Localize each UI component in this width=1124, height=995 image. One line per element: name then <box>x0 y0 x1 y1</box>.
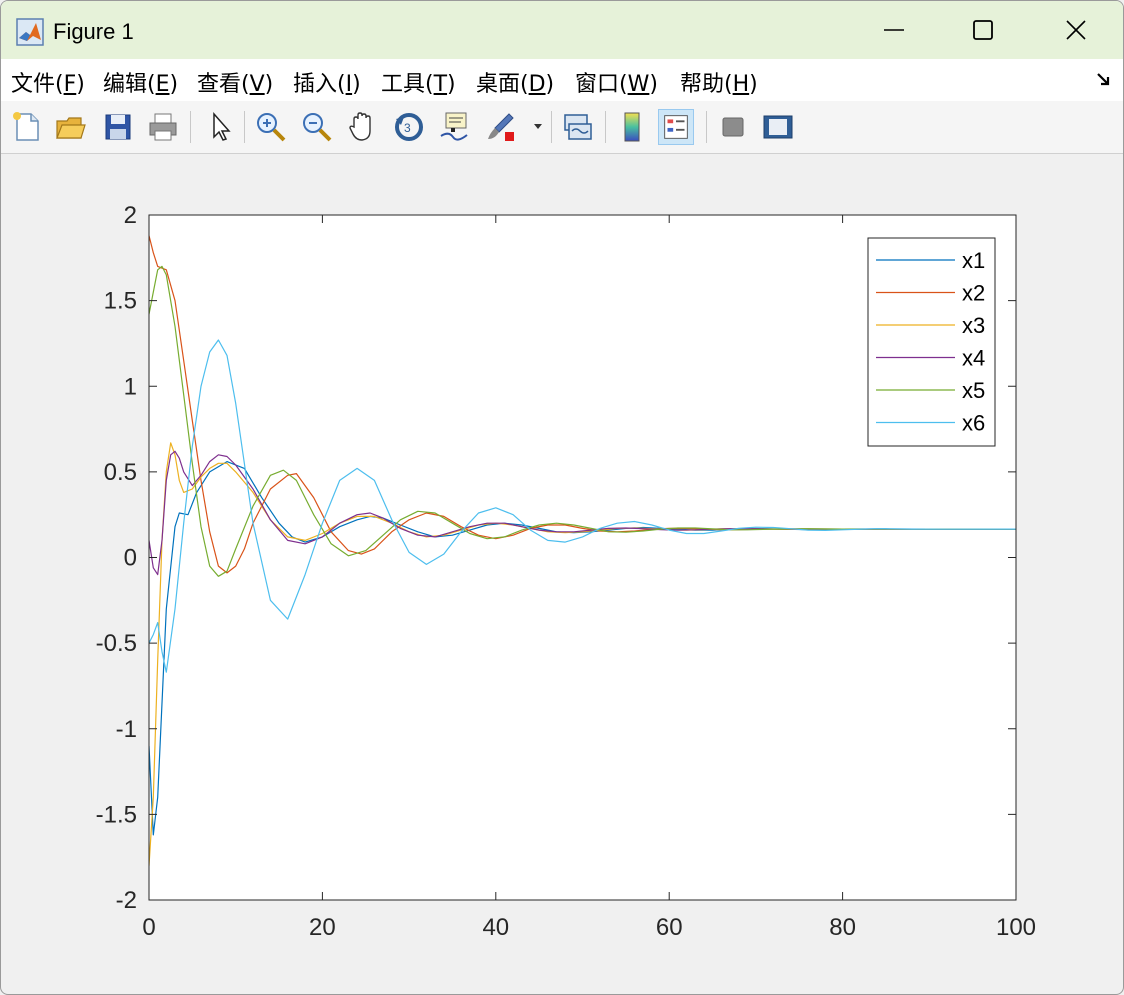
print-icon[interactable] <box>145 109 181 145</box>
show-plot-tools-icon[interactable] <box>760 109 796 145</box>
menu-file[interactable]: 文件(F) <box>11 66 85 98</box>
menu-view[interactable]: 查看(V) <box>197 66 273 98</box>
x-tick-label: 20 <box>309 914 336 941</box>
rotate-3d-icon[interactable]: 3 <box>391 109 427 145</box>
menu-bar: 文件(F) 编辑(E) 查看(V) 插入(I) 工具(T) 桌面(D) 窗口(W… <box>1 59 1123 101</box>
maximize-icon <box>973 20 993 40</box>
line-chart[interactable]: 0 20 40 60 80 100 -2 -1.5 -1 -0.5 0 0.5 1 1.5 2 x1 x2 x3 x… <box>1 153 1123 994</box>
matlab-logo-icon <box>16 18 44 46</box>
x-tick-label: 80 <box>829 914 856 941</box>
x-tick-label: 0 <box>142 914 155 941</box>
y-tick-label: -1.5 <box>96 801 137 828</box>
chevron-down-icon[interactable] <box>533 123 543 131</box>
legend-icon[interactable] <box>658 109 694 145</box>
brush-icon[interactable] <box>483 109 519 145</box>
legend-label-x3: x3 <box>962 313 985 338</box>
y-tick-label: 1 <box>124 373 137 400</box>
y-tick-label: 1.5 <box>104 288 137 315</box>
zoom-out-icon[interactable] <box>299 109 335 145</box>
close-button[interactable] <box>1029 1 1123 59</box>
save-icon[interactable] <box>100 109 136 145</box>
x-tick-label: 40 <box>482 914 509 941</box>
new-figure-icon[interactable] <box>9 109 45 145</box>
y-tick-label: -2 <box>116 887 137 914</box>
menu-insert[interactable]: 插入(I) <box>293 66 361 98</box>
x-tick-label: 100 <box>996 914 1036 941</box>
minimize-button[interactable] <box>847 1 941 59</box>
toolbar: 3 <box>1 101 1123 154</box>
zoom-in-icon[interactable] <box>253 109 289 145</box>
colorbar-icon[interactable] <box>614 109 650 145</box>
x-tick-label: 60 <box>656 914 683 941</box>
figure-canvas: 0 20 40 60 80 100 -2 -1.5 -1 -0.5 0 0.5 1 1.5 2 x1 x2 x3 x… <box>1 153 1123 994</box>
minimize-icon <box>884 29 904 31</box>
close-icon <box>1066 20 1086 40</box>
data-cursor-icon[interactable] <box>437 109 473 145</box>
menu-edit[interactable]: 编辑(E) <box>103 66 178 98</box>
y-tick-label: 0.5 <box>104 459 137 486</box>
y-tick-label: 2 <box>124 202 137 229</box>
open-file-icon[interactable] <box>53 109 89 145</box>
maximize-button[interactable] <box>936 1 1030 59</box>
dock-arrow-icon[interactable] <box>1095 71 1113 89</box>
menu-tools[interactable]: 工具(T) <box>381 66 456 98</box>
legend-label-x1: x1 <box>962 248 985 273</box>
menu-window[interactable]: 窗口(W) <box>575 66 658 98</box>
legend-label-x6: x6 <box>962 411 985 436</box>
legend-label-x4: x4 <box>962 346 985 371</box>
y-tick-label: -1 <box>116 716 137 743</box>
legend-label-x5: x5 <box>962 378 985 403</box>
y-tick-label: -0.5 <box>96 630 137 657</box>
svg-text:3: 3 <box>404 121 411 135</box>
window-title: Figure 1 <box>53 19 134 44</box>
menu-desktop[interactable]: 桌面(D) <box>476 66 554 98</box>
figure-window: Figure 1 文件(F) 编辑(E) 查看(V) 插入(I) 工具(T) 桌… <box>0 0 1124 995</box>
title-bar: Figure 1 <box>1 1 1123 59</box>
pointer-icon[interactable] <box>203 109 239 145</box>
menu-help[interactable]: 帮助(H) <box>680 66 758 98</box>
hide-plot-tools-icon[interactable] <box>715 109 751 145</box>
pan-hand-icon[interactable] <box>345 109 381 145</box>
y-tick-label: 0 <box>124 545 137 572</box>
legend-label-x2: x2 <box>962 281 985 306</box>
link-plot-icon[interactable] <box>560 109 596 145</box>
